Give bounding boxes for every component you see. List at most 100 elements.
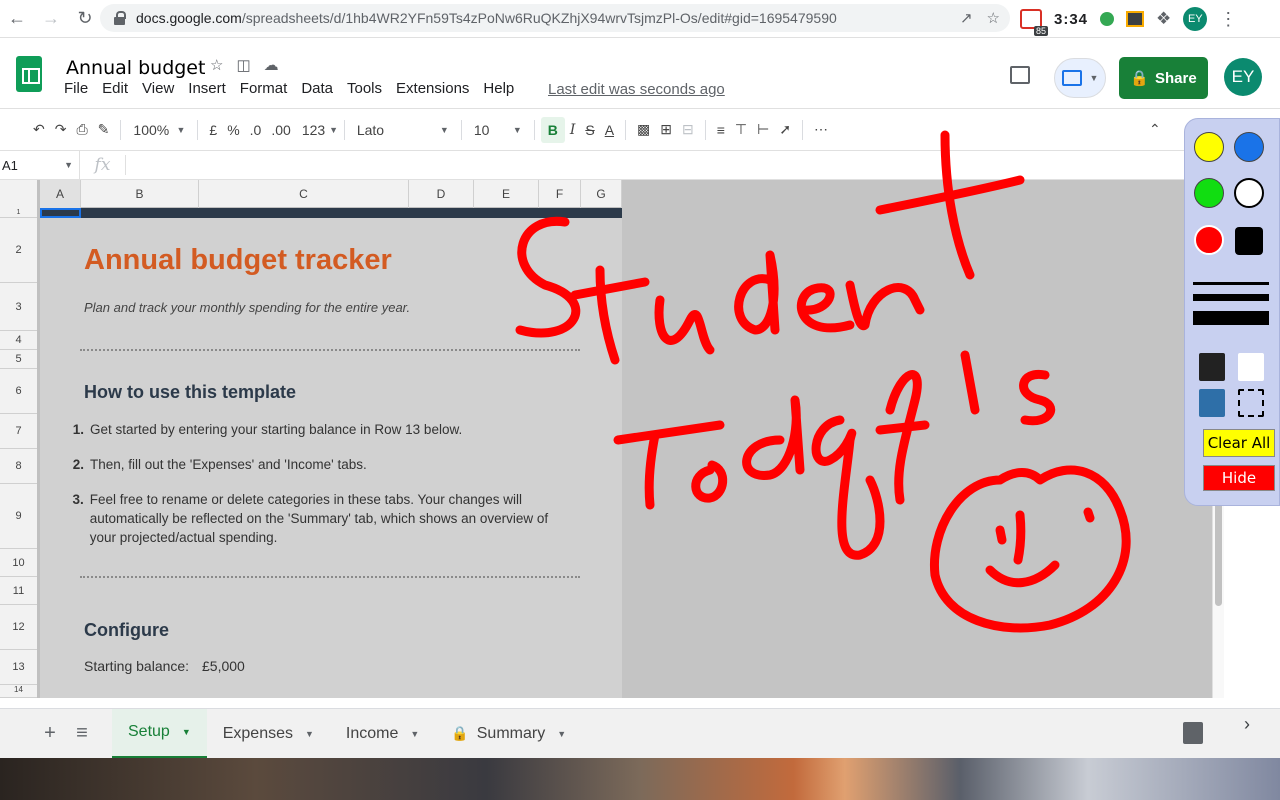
tab-expenses[interactable]: Expenses ▼ (207, 709, 330, 759)
color-swatch-blue[interactable] (1234, 132, 1264, 162)
column-header-c[interactable]: C (199, 180, 409, 208)
decrease-decimal-button[interactable]: .0 (245, 117, 267, 143)
vertical-align-icon[interactable]: ⊤ (730, 117, 752, 143)
browser-profile-avatar[interactable]: EY (1183, 7, 1208, 31)
menu-file[interactable]: File (64, 80, 88, 97)
step-item[interactable]: 3. Feel free to rename or delete categori… (64, 490, 564, 547)
row-header[interactable]: 8 (0, 449, 37, 484)
tab-summary[interactable]: 🔒 Summary ▼ (435, 709, 582, 759)
font-select[interactable]: Lato ▼ (351, 117, 455, 143)
share-button[interactable]: 🔒 Share (1119, 57, 1208, 99)
sheet-subtitle[interactable]: Plan and track your monthly spending for… (84, 300, 410, 315)
explore-icon[interactable] (1183, 722, 1203, 744)
redo-icon[interactable]: ↷ (50, 117, 72, 143)
more-formats-select[interactable]: 123 ▼ (296, 117, 338, 143)
comment-history-icon[interactable] (1010, 66, 1030, 84)
share-page-icon[interactable]: ↗ (960, 9, 973, 27)
sheet-content[interactable]: Annual budget tracker Plan and track you… (40, 208, 622, 698)
last-edit-link[interactable]: Last edit was seconds ago (548, 81, 725, 98)
horizontal-align-icon[interactable]: ≡ (712, 117, 730, 143)
paint-format-icon[interactable]: ✎ (93, 117, 115, 143)
clock-extension[interactable]: 3:34 (1054, 11, 1088, 28)
row-header[interactable]: 1 (0, 208, 37, 218)
increase-decimal-button[interactable]: .00 (266, 117, 295, 143)
tab-income[interactable]: Income ▼ (330, 709, 435, 759)
line-width-thin[interactable] (1193, 282, 1269, 285)
status-dot-extension-icon[interactable] (1100, 12, 1115, 26)
forward-arrow-icon[interactable]: → (34, 2, 68, 36)
step-item[interactable]: 2. Then, fill out the 'Expenses' and 'Inc… (64, 455, 564, 474)
configure-heading[interactable]: Configure (84, 620, 169, 641)
step-item[interactable]: 1. Get started by entering your starting … (64, 420, 564, 439)
row-header[interactable]: 13 (0, 650, 37, 685)
clear-all-button[interactable]: Clear All (1203, 429, 1275, 457)
sheets-logo-icon[interactable] (16, 56, 42, 92)
font-size-select[interactable]: 10 ▼ (468, 117, 528, 143)
tab-setup[interactable]: Setup ▼ (112, 708, 207, 759)
text-color-button[interactable]: A (600, 117, 619, 143)
move-folder-icon[interactable]: ◫ (236, 56, 250, 74)
row-header[interactable]: 11 (0, 577, 37, 605)
undo-icon[interactable]: ↶ (28, 117, 50, 143)
menu-help[interactable]: Help (483, 80, 514, 97)
bookmark-star-icon[interactable]: ☆ (987, 9, 1000, 27)
transparent-background-option[interactable] (1238, 389, 1264, 417)
row-header[interactable]: 3 (0, 283, 37, 331)
bold-button[interactable]: B (540, 116, 565, 143)
all-sheets-list-icon[interactable]: ≡ (66, 722, 98, 745)
percent-format-button[interactable]: % (222, 117, 244, 143)
present-button[interactable]: ▼ (1054, 58, 1106, 98)
add-sheet-plus-icon[interactable]: + (34, 722, 66, 745)
collapse-menu-chevron-icon[interactable]: ⌃ (1144, 117, 1166, 143)
menu-extensions[interactable]: Extensions (396, 80, 469, 97)
column-header-a[interactable]: A (40, 180, 81, 208)
menu-tools[interactable]: Tools (347, 80, 382, 97)
italic-button[interactable]: I (565, 117, 581, 143)
whiteboard-extension-icon[interactable] (1126, 11, 1145, 27)
menu-data[interactable]: Data (301, 80, 333, 97)
account-avatar[interactable]: EY (1224, 58, 1262, 96)
color-swatch-black[interactable] (1235, 227, 1263, 255)
color-swatch-red[interactable] (1194, 225, 1224, 255)
row-header[interactable]: 14 (0, 685, 37, 698)
address-bar[interactable]: docs.google.com/spreadsheets/d/1hb4WR2YF… (100, 4, 1010, 32)
color-swatch-green[interactable] (1194, 178, 1224, 208)
column-header-d[interactable]: D (409, 180, 474, 208)
how-to-heading[interactable]: How to use this template (84, 382, 296, 403)
menu-insert[interactable]: Insert (188, 80, 226, 97)
color-swatch-white[interactable] (1234, 178, 1264, 208)
selected-cell-a1[interactable] (40, 208, 81, 218)
text-rotation-icon[interactable]: ➚ (774, 117, 796, 143)
column-header-g[interactable]: G (581, 180, 622, 208)
starting-balance-label[interactable]: Starting balance: (84, 658, 189, 674)
row-header[interactable]: 7 (0, 414, 37, 449)
line-width-medium[interactable] (1193, 294, 1269, 301)
row-header[interactable]: 10 (0, 549, 37, 577)
background-blue-option[interactable] (1199, 389, 1225, 417)
currency-format-button[interactable]: £ (204, 117, 222, 143)
star-icon[interactable]: ☆ (210, 56, 223, 74)
row-header[interactable]: 5 (0, 350, 37, 369)
select-all-corner[interactable] (0, 180, 40, 208)
row-header[interactable]: 6 (0, 369, 37, 414)
screen-recorder-extension-icon[interactable]: 85 (1020, 9, 1048, 36)
sheet-title[interactable]: Annual budget tracker (84, 244, 392, 277)
text-wrapping-icon[interactable]: ⊢ (752, 117, 774, 143)
back-arrow-icon[interactable]: ← (0, 2, 34, 36)
column-header-e[interactable]: E (474, 180, 539, 208)
hide-button[interactable]: Hide (1203, 465, 1275, 491)
row-header[interactable]: 4 (0, 331, 37, 350)
zoom-select[interactable]: 100% ▼ (127, 117, 191, 143)
line-width-thick[interactable] (1193, 311, 1269, 325)
borders-icon[interactable]: ⊞ (655, 117, 677, 143)
column-header-f[interactable]: F (539, 180, 581, 208)
starting-balance-value[interactable]: £5,000 (202, 658, 245, 674)
fill-color-icon[interactable]: ▩ (632, 117, 655, 143)
row-header[interactable]: 12 (0, 605, 37, 650)
cloud-saved-icon[interactable]: ☁ (264, 56, 279, 74)
menu-view[interactable]: View (142, 80, 174, 97)
browser-menu-icon[interactable]: ⋮ (1219, 9, 1237, 30)
strikethrough-button[interactable]: S (580, 117, 599, 143)
color-swatch-yellow[interactable] (1194, 132, 1224, 162)
print-icon[interactable]: ⎙ (71, 117, 92, 143)
